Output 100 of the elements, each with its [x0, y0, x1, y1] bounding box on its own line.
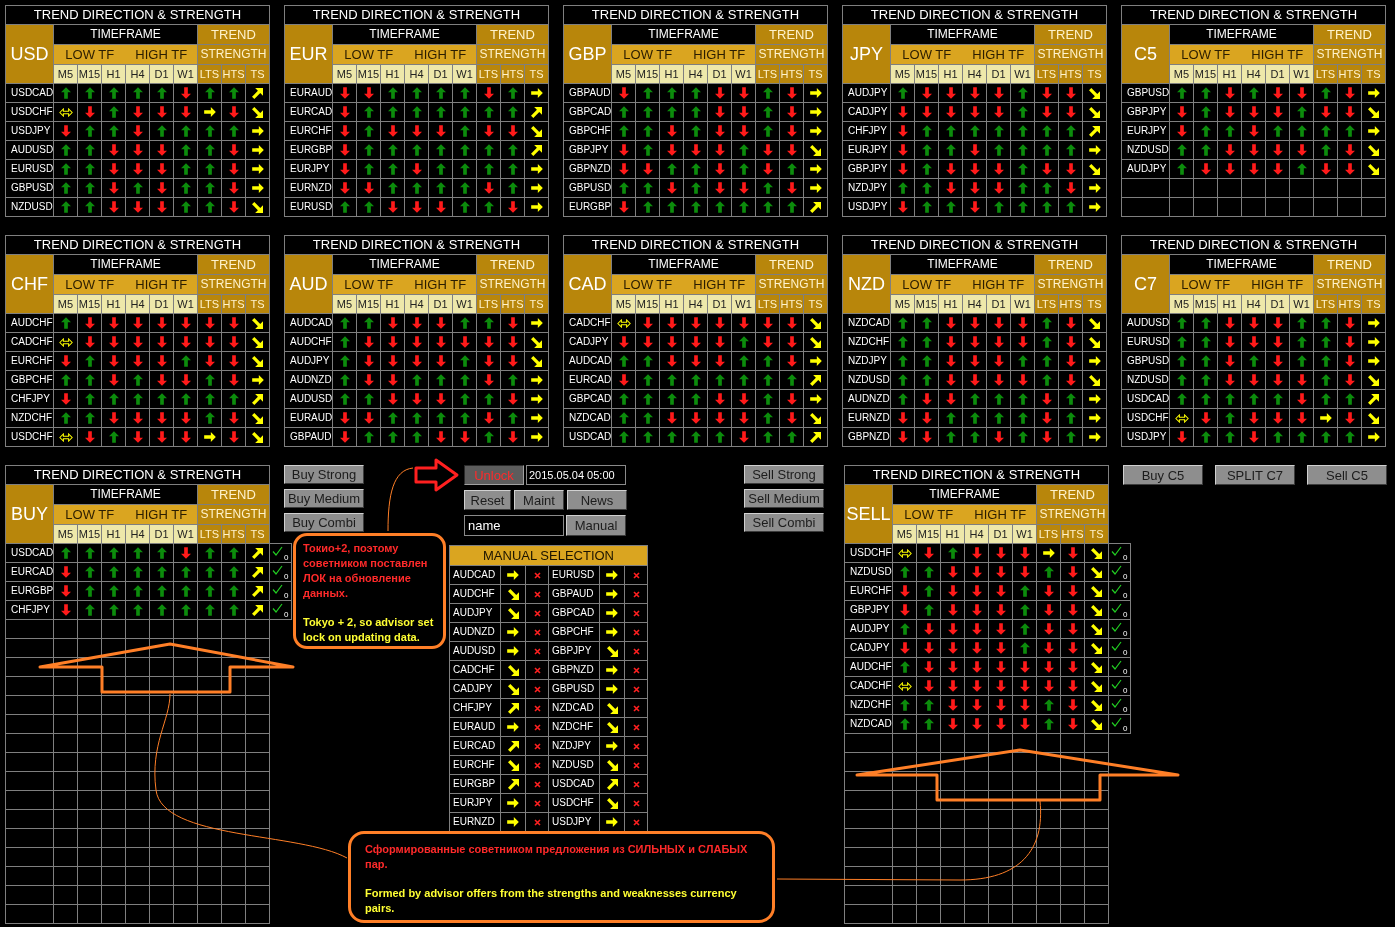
cross-icon[interactable] [632, 590, 640, 598]
pair-cell: GBPJPY [1122, 103, 1169, 121]
tool-button[interactable]: Maint [514, 490, 564, 510]
cross-icon[interactable] [632, 723, 640, 731]
table-cell [78, 810, 101, 828]
buy-button[interactable]: Buy Combi [284, 513, 364, 532]
cross-icon[interactable] [632, 818, 640, 826]
cross-icon[interactable] [632, 666, 640, 674]
cross-icon[interactable] [632, 647, 640, 655]
table-cell [6, 639, 53, 657]
timeframe-group-label: LOW TF [344, 47, 394, 62]
pair-cell: NZDCHF [6, 409, 53, 427]
callout-text: Formed by advisor offers from the strengths and weaknesses currency pairs. [365, 886, 738, 916]
cross-icon[interactable] [533, 704, 541, 712]
timeframe-group-label: HIGH TF [693, 47, 746, 62]
column-header: D1 [708, 295, 731, 313]
table-cell [102, 905, 125, 923]
trend-header: TREND [198, 485, 269, 504]
table-cell [150, 810, 173, 828]
cross-icon[interactable] [632, 685, 640, 693]
cross-icon[interactable] [533, 818, 541, 826]
sell-button[interactable]: Sell Strong [744, 465, 824, 484]
table-cell [78, 639, 101, 657]
pair-cell: EURJPY [450, 794, 500, 812]
pair-cell: GBPNZD [549, 661, 599, 679]
cross-icon[interactable] [533, 590, 541, 598]
table-cell [78, 734, 101, 752]
table-cell [6, 753, 53, 771]
cross-icon[interactable] [533, 799, 541, 807]
pair-cell: GBPNZD [564, 160, 611, 178]
column-header: TS [525, 65, 548, 83]
panel-title: TREND DIRECTION & STRENGTH [6, 6, 269, 24]
pair-cell: CADCHF [564, 314, 611, 332]
cross-icon[interactable] [533, 761, 541, 769]
timeframe-header: TIMEFRAME [333, 25, 476, 44]
buy-button[interactable]: Buy Medium [284, 489, 364, 508]
table-cell [1085, 829, 1108, 847]
column-header: TS [246, 65, 269, 83]
table-cell [1314, 198, 1337, 216]
currency-label: USD [6, 25, 53, 83]
cross-icon[interactable] [533, 666, 541, 674]
table-cell [965, 886, 988, 904]
name-field[interactable]: name [464, 515, 564, 536]
cross-icon[interactable] [533, 780, 541, 788]
buy-button[interactable]: Buy Strong [284, 465, 364, 484]
panel-title: TREND DIRECTION & STRENGTH [285, 6, 548, 24]
table-cell [150, 658, 173, 676]
pair-cell: EURCHF [6, 352, 53, 370]
table-cell [174, 715, 197, 733]
cross-icon[interactable] [632, 742, 640, 750]
manual-button[interactable]: Manual [566, 515, 626, 536]
column-header: M5 [891, 65, 914, 83]
split-button[interactable]: SPLIT C7 [1215, 465, 1295, 485]
table-cell [174, 848, 197, 866]
cross-icon[interactable] [632, 628, 640, 636]
cross-icon[interactable] [533, 571, 541, 579]
table-cell [893, 791, 916, 809]
tool-button[interactable]: News [567, 490, 627, 510]
table-cell [78, 772, 101, 790]
table-cell [126, 696, 149, 714]
cross-icon[interactable] [533, 742, 541, 750]
table-cell [78, 867, 101, 885]
cross-icon[interactable] [533, 723, 541, 731]
timeframe-group-label: HIGH TF [693, 277, 746, 292]
table-cell [941, 772, 964, 790]
tool-button[interactable]: Reset [464, 490, 511, 510]
pair-cell: NZDUSD [1122, 141, 1169, 159]
pair-cell: GBPCAD [564, 390, 611, 408]
currency-label: C5 [1122, 25, 1169, 83]
currency-label: JPY [843, 25, 890, 83]
pair-cell: GBPCHF [6, 371, 53, 389]
table-cell [6, 905, 53, 923]
cross-icon[interactable] [533, 609, 541, 617]
pair-cell: GBPJPY [549, 642, 599, 660]
sell-button[interactable]: Sell Medium [744, 489, 824, 508]
table-cell [917, 829, 940, 847]
cross-icon[interactable] [632, 780, 640, 788]
table-cell [893, 905, 916, 923]
cross-icon[interactable] [533, 647, 541, 655]
table-cell [1013, 810, 1036, 828]
currency-label: CHF [6, 255, 53, 313]
cross-icon[interactable] [533, 685, 541, 693]
cross-icon[interactable] [632, 799, 640, 807]
pair-cell: AUDJPY [843, 84, 890, 102]
sell-button[interactable]: Sell Combi [744, 513, 824, 532]
table-cell [54, 810, 77, 828]
cross-icon[interactable] [632, 761, 640, 769]
cross-icon[interactable] [632, 704, 640, 712]
timeframe-header: TIMEFRAME [612, 255, 755, 274]
column-header: M15 [78, 295, 101, 313]
split-button[interactable]: Buy C5 [1123, 465, 1203, 485]
column-header: TS [1085, 525, 1108, 543]
cross-icon[interactable] [632, 571, 640, 579]
table-cell [222, 715, 245, 733]
split-button[interactable]: Sell C5 [1307, 465, 1387, 485]
date-field[interactable]: 2015.05.04 05:00 [526, 465, 626, 485]
table-cell [965, 772, 988, 790]
table-cell [845, 848, 892, 866]
cross-icon[interactable] [632, 609, 640, 617]
cross-icon[interactable] [533, 628, 541, 636]
